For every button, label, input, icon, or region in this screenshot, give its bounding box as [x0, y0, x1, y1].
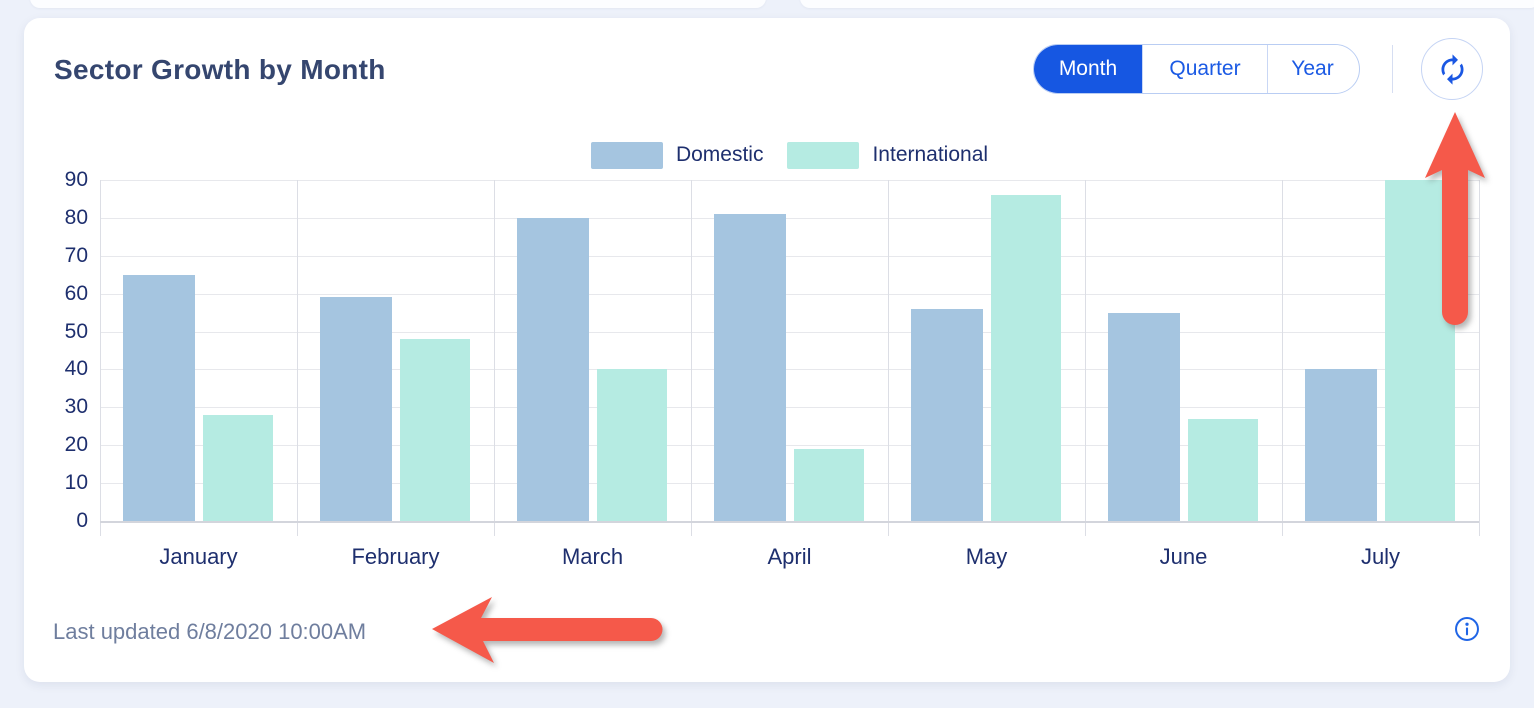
gridline-vertical — [494, 180, 495, 536]
x-axis-tick-label: May — [888, 544, 1085, 570]
bar-domestic-march — [517, 218, 589, 521]
refresh-button[interactable] — [1421, 38, 1483, 100]
cropped-card-above-left — [30, 0, 766, 8]
bar-domestic-february — [320, 297, 392, 521]
gridline-vertical — [888, 180, 889, 536]
bar-domestic-july — [1305, 369, 1377, 521]
gridline-horizontal — [100, 483, 1479, 484]
gridline-vertical — [297, 180, 298, 536]
bar-international-july — [1385, 180, 1455, 521]
toggle-year-button[interactable]: Year — [1267, 45, 1357, 93]
y-axis-tick-label: 90 — [24, 168, 88, 192]
chart-legend: Domestic International — [100, 140, 1479, 170]
bar-international-april — [794, 449, 864, 521]
sector-growth-card: Sector Growth by Month Month Quarter Yea… — [24, 18, 1510, 682]
legend-label: Domestic — [676, 143, 764, 167]
gridline-vertical — [1282, 180, 1283, 536]
header-divider — [1392, 45, 1393, 93]
gridline-horizontal — [100, 369, 1479, 370]
legend-swatch — [591, 142, 663, 169]
legend-label: International — [872, 143, 988, 167]
y-axis-tick-label: 80 — [24, 206, 88, 230]
y-axis-tick-label: 0 — [24, 509, 88, 533]
toggle-quarter-button[interactable]: Quarter — [1142, 45, 1267, 93]
bar-chart: JanuaryFebruaryMarchAprilMayJuneJuly 0 10… — [24, 180, 1510, 610]
bar-domestic-june — [1108, 313, 1180, 521]
card-title: Sector Growth by Month — [54, 54, 386, 86]
info-button[interactable] — [1453, 615, 1481, 643]
gridline-vertical — [1479, 180, 1480, 536]
y-axis-tick-label: 10 — [24, 471, 88, 495]
last-updated-text: Last updated 6/8/2020 10:00AM — [53, 619, 366, 645]
y-axis-tick-label: 50 — [24, 320, 88, 344]
x-axis-tick-label: April — [691, 544, 888, 570]
gridline-horizontal — [100, 180, 1479, 181]
y-axis-tick-label: 70 — [24, 244, 88, 268]
x-axis-tick-label: March — [494, 544, 691, 570]
y-axis-tick-label: 40 — [24, 357, 88, 381]
plot-area: JanuaryFebruaryMarchAprilMayJuneJuly — [100, 180, 1479, 521]
x-axis-line — [100, 521, 1479, 523]
y-axis-tick-label: 20 — [24, 433, 88, 457]
info-icon — [1453, 615, 1481, 643]
gridline-horizontal — [100, 218, 1479, 219]
gridline-horizontal — [100, 294, 1479, 295]
time-range-toggle: Month Quarter Year — [1033, 44, 1360, 94]
bar-international-february — [400, 339, 470, 521]
refresh-icon — [1436, 53, 1469, 86]
gridline-vertical — [100, 180, 101, 536]
legend-item: Domestic — [591, 142, 764, 169]
bar-international-january — [203, 415, 273, 521]
gridline-vertical — [691, 180, 692, 536]
gridline-horizontal — [100, 256, 1479, 257]
gridline-vertical — [1085, 180, 1086, 536]
gridline-horizontal — [100, 445, 1479, 446]
x-axis-tick-label: July — [1282, 544, 1479, 570]
bar-international-march — [597, 369, 667, 521]
gridline-horizontal — [100, 407, 1479, 408]
x-axis-tick-label: January — [100, 544, 297, 570]
bar-domestic-may — [911, 309, 983, 521]
x-axis-tick-label: June — [1085, 544, 1282, 570]
y-axis-tick-label: 60 — [24, 282, 88, 306]
cropped-card-above-right — [800, 0, 1534, 8]
toggle-month-button[interactable]: Month — [1034, 45, 1142, 93]
gridline-horizontal — [100, 332, 1479, 333]
bar-international-may — [991, 195, 1061, 521]
bar-domestic-april — [714, 214, 786, 521]
bar-international-june — [1188, 419, 1258, 521]
legend-swatch — [787, 142, 859, 169]
bar-domestic-january — [123, 275, 195, 521]
y-axis-tick-label: 30 — [24, 395, 88, 419]
x-axis-tick-label: February — [297, 544, 494, 570]
legend-item: International — [787, 142, 988, 169]
